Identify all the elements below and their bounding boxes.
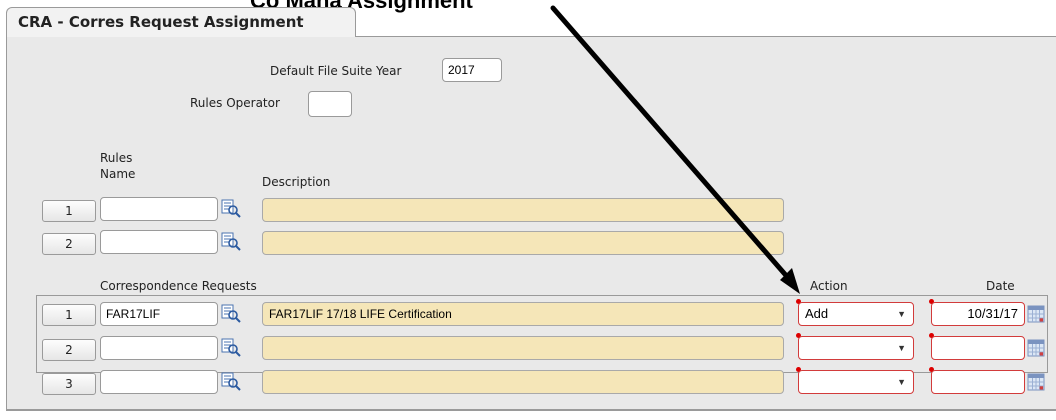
annotation-arrow (550, 5, 800, 294)
